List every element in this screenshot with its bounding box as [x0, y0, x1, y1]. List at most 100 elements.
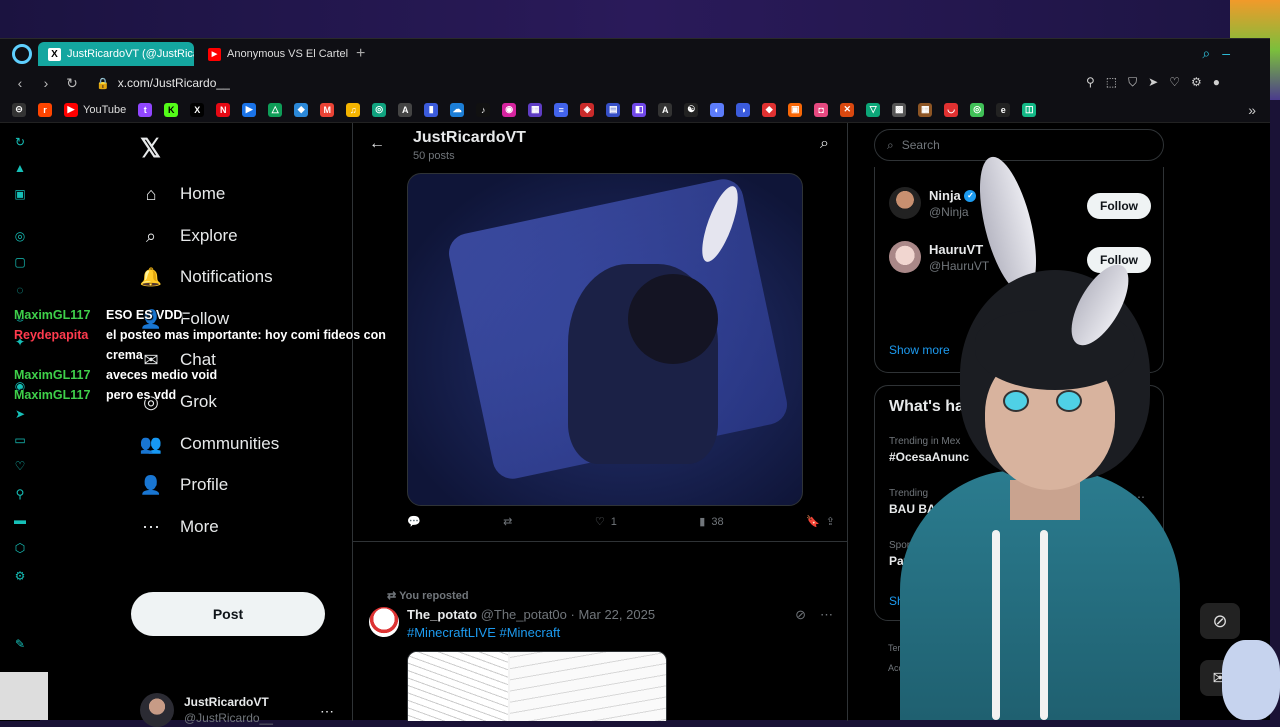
opera-logo-icon[interactable] — [12, 44, 32, 64]
search-icon[interactable]: ⌕ — [820, 135, 829, 153]
footer-link[interactable]: Acce — [888, 658, 908, 678]
nav-more[interactable]: ⋯ More — [140, 515, 219, 539]
trend-item[interactable]: Trending in Mex #OcesaAnunc — [889, 436, 969, 464]
heart-icon[interactable]: ♡ — [13, 459, 27, 473]
bookmark-icon[interactable]: ◫ — [1022, 102, 1037, 117]
account-switcher[interactable]: JustRicardoVT @JustRicardo__ — [140, 693, 273, 727]
trend-item[interactable]: Sports · Trend Patriots — [889, 540, 952, 568]
avatar[interactable] — [369, 607, 399, 637]
bookmark-icon[interactable]: ◆ — [762, 102, 777, 117]
more-icon[interactable]: ✎ — [13, 637, 27, 651]
screenshot-icon[interactable]: ⬚ — [1106, 75, 1117, 90]
audio-icon[interactable]: ♫ — [346, 102, 361, 117]
nav-profile[interactable]: 👤 Profile — [140, 473, 228, 497]
tabs-icon[interactable]: ▬ — [13, 513, 27, 527]
settings-icon[interactable]: ⚙ — [13, 569, 27, 583]
bookmark-youtube-label[interactable]: YouTube — [83, 104, 126, 116]
bookmark-icon[interactable]: ▩ — [892, 102, 907, 117]
play-icon[interactable]: ▶ — [242, 102, 257, 117]
chatgpt-icon[interactable]: ◎ — [372, 102, 387, 117]
bookmark-icon[interactable]: ▣ — [788, 102, 803, 117]
bookmark-icon[interactable]: ▦ — [918, 102, 933, 117]
reply-button[interactable]: 💬 — [407, 515, 421, 528]
retweet-button[interactable]: ⇄ — [503, 515, 512, 528]
account-more-icon[interactable]: ⋯ — [320, 703, 334, 720]
tiktok-icon[interactable]: ♪ — [476, 102, 491, 117]
bookmark-icon[interactable]: A — [658, 102, 673, 117]
show-more-link[interactable]: Show more — [889, 343, 950, 357]
tab-justricardovt[interactable]: X JustRicardoVT (@JustRica — [38, 42, 194, 66]
tab-anonymous-vs-cartel[interactable]: ▶ Anonymous VS El Cartel M — [198, 42, 348, 66]
tweet-image[interactable] — [407, 651, 667, 721]
tweet-handle[interactable]: @The_potat0o — [481, 607, 567, 622]
show-more-link[interactable]: Show — [889, 594, 919, 608]
x-logo-icon[interactable]: 𝕏 — [140, 133, 161, 164]
twitch-icon[interactable]: t — [138, 102, 153, 117]
reddit-icon[interactable]: r — [38, 102, 52, 117]
bookmark-icon[interactable]: ▮ — [424, 102, 439, 117]
send-icon[interactable]: ➤ — [1148, 75, 1158, 90]
reload-icon[interactable]: ↻ — [66, 75, 78, 92]
trend-item[interactable]: Trending BAU BAU — [889, 488, 944, 516]
follow-suggestion[interactable]: Ninja ✓ @Ninja — [889, 187, 977, 219]
search-input[interactable]: ⌕ Search — [874, 129, 1164, 161]
instagram-icon[interactable]: ◉ — [502, 102, 517, 117]
tab-search-icon[interactable]: ⌕ — [1202, 45, 1210, 62]
nav-communities[interactable]: 👥 Communities — [140, 432, 279, 456]
share-icon[interactable]: ⇪ — [826, 515, 835, 528]
heart-icon[interactable]: ♡ — [1169, 75, 1180, 90]
tweet-date[interactable]: · Mar 22, 2025 — [571, 607, 656, 622]
footer-link[interactable]: Term — [888, 638, 908, 658]
follow-button[interactable]: Follow — [1087, 193, 1151, 219]
bookmark-icon[interactable]: ◈ — [580, 102, 595, 117]
x-icon[interactable]: X — [190, 102, 205, 117]
send-icon[interactable]: ➤ — [13, 407, 27, 421]
bookmark-icon[interactable]: ▽ — [866, 102, 881, 117]
back-arrow-icon[interactable]: ← — [369, 135, 385, 153]
bookmark-icon[interactable]: ◑ — [736, 102, 751, 117]
follow-suggestion[interactable]: HauruVT @HauruVT — [889, 241, 989, 273]
back-arrow-icon[interactable]: ‹ — [14, 75, 26, 91]
pin-icon[interactable]: ⚲ — [13, 487, 27, 501]
bookmark-icon[interactable]: ☯ — [684, 102, 699, 117]
forward-arrow-icon[interactable]: › — [40, 75, 52, 91]
bookmark-icon[interactable]: ▤ — [606, 102, 621, 117]
gmail-icon[interactable]: M — [320, 102, 335, 117]
kick-icon[interactable]: K — [164, 102, 179, 117]
whatsapp-icon[interactable]: ◌ — [13, 283, 27, 297]
post-button[interactable]: Post — [131, 592, 325, 636]
follow-button[interactable]: Follow — [1087, 247, 1151, 273]
nav-home[interactable]: ⌂ Home — [140, 182, 226, 206]
ai-icon[interactable]: ↻ — [13, 135, 27, 149]
pocket-icon[interactable]: ◡ — [944, 102, 959, 117]
bookmark-icon[interactable]: ⊝ — [12, 102, 26, 117]
bookmark-icon[interactable]: A — [398, 102, 413, 117]
extensions-icon[interactable]: ⚙ — [1191, 75, 1202, 90]
bookmark-icon[interactable]: ◆ — [294, 102, 309, 117]
nav-explore[interactable]: ⌕ Explore — [140, 224, 238, 248]
bookmark-button[interactable]: 🔖 ⇪ — [806, 515, 835, 528]
workspace-icon[interactable]: ▲ — [13, 161, 27, 175]
minimize-icon[interactable]: – — [1222, 45, 1230, 62]
bookmark-icon[interactable]: ◧ — [632, 102, 647, 117]
bookmark-icon[interactable]: ▦ — [528, 102, 543, 117]
profile-icon[interactable]: ● — [1213, 75, 1220, 90]
grok-icon[interactable]: ⊘ — [1200, 603, 1240, 639]
docs-icon[interactable]: ≡ — [554, 102, 569, 117]
bookmark-icon[interactable]: ✕ — [840, 102, 855, 117]
wallet-icon[interactable]: ▭ — [13, 433, 27, 447]
lock-icon[interactable]: 🔒 — [96, 77, 110, 90]
extensions-icon[interactable]: ⬡ — [13, 541, 27, 555]
url-field[interactable]: x.com/JustRicardo__ — [118, 76, 230, 90]
bookmark-icon[interactable]: e — [996, 102, 1011, 117]
pin-icon[interactable]: ⚲ — [1086, 75, 1095, 90]
twitch-icon[interactable]: ▢ — [13, 255, 27, 269]
bookmark-icon[interactable]: ▣ — [13, 187, 27, 201]
youtube-icon[interactable]: ▶ — [64, 102, 78, 117]
tweet-author[interactable]: The_potato — [407, 607, 477, 622]
cloud-icon[interactable]: ☁ — [450, 102, 465, 117]
more-icon[interactable]: ⋯ — [820, 607, 833, 623]
shield-icon[interactable]: ⛉ — [1128, 75, 1137, 90]
netflix-icon[interactable]: N — [216, 102, 231, 117]
post-image[interactable] — [407, 173, 803, 506]
